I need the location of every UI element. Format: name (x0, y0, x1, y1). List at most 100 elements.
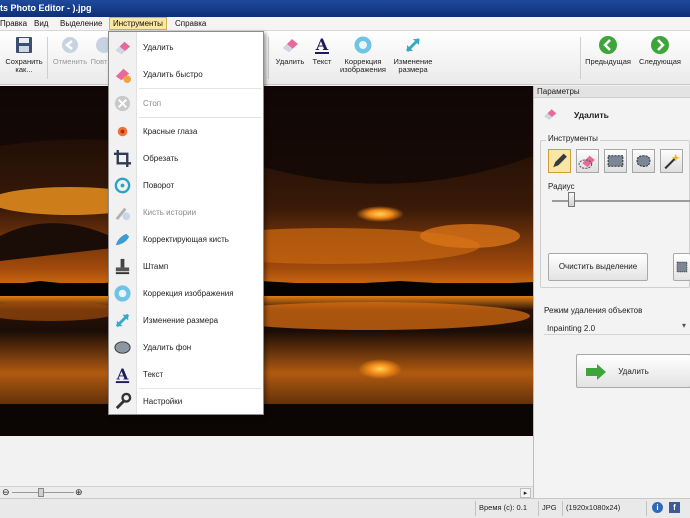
rect-select-tool-button[interactable] (604, 149, 627, 173)
undo-icon (62, 37, 78, 53)
dropdown-item-label: Поворот (143, 181, 175, 190)
menu-edit[interactable]: Правка (0, 19, 27, 28)
dropdown-item-label: Кисть истории (143, 208, 197, 217)
arrow-left-icon (599, 36, 617, 54)
image-correction-icon (114, 285, 131, 302)
removal-mode-select[interactable]: Inpainting 2.0 ▾ (544, 321, 690, 335)
eraser-icon (544, 109, 557, 120)
selection-extra-button[interactable] (673, 253, 690, 281)
menu-selection[interactable]: Выделение (60, 19, 102, 28)
sunset-photo (0, 86, 533, 436)
dropdown-item-remove[interactable]: Удалить (109, 34, 263, 60)
menu-view[interactable]: Вид (34, 19, 48, 28)
brush-tool-button[interactable] (548, 149, 571, 173)
stop-icon (114, 95, 131, 112)
redo-button[interactable]: Повт (90, 35, 108, 66)
dropdown-item-remove-fast[interactable]: Удалить быстро (109, 61, 263, 87)
rectangle-select-icon (607, 155, 624, 167)
eraser-icon (283, 39, 298, 52)
zoom-bar: ⊖ ⊕ ▸ (0, 486, 533, 498)
lasso-eraser-icon (578, 155, 595, 169)
processing-time: Время (с): 0.1 (479, 503, 527, 512)
remove-label: Удалить (275, 57, 305, 66)
dropdown-item-image-correction[interactable]: Коррекция изображения (109, 280, 263, 306)
tool-title: Удалить (574, 110, 609, 120)
dropdown-item-red-eye[interactable]: Красные глаза (109, 118, 263, 144)
image-canvas[interactable] (0, 86, 533, 436)
dropdown-item-resize[interactable]: Изменение размера (109, 307, 263, 333)
stamp-icon (115, 258, 130, 275)
save-as-button[interactable]: Сохранить как... (2, 35, 46, 74)
dropdown-item-remove-background[interactable]: Удалить фон (109, 334, 263, 360)
dropdown-item-stamp[interactable]: Штамп (109, 253, 263, 279)
tools-group-title: Инструменты (546, 134, 600, 143)
dropdown-item-settings[interactable]: Настройки (109, 388, 263, 414)
undo-label: Отменить (52, 57, 88, 66)
zoom-out-icon[interactable]: ⊖ (2, 487, 10, 498)
panel-header: Параметры (534, 86, 690, 98)
text-button[interactable]: A Текст (309, 35, 335, 66)
removal-mode-value: Inpainting 2.0 (547, 324, 596, 333)
redo-label: Повт (90, 57, 108, 66)
menu-help[interactable]: Справка (175, 19, 206, 28)
dropdown-item-label: Текст (143, 370, 164, 379)
dropdown-item-label: Изменение размера (143, 316, 219, 325)
tools-dropdown: Удалить Удалить быстро Стоп Красные глаз… (108, 31, 264, 415)
resize-button[interactable]: Изменение размера (390, 35, 436, 74)
remove-run-button[interactable]: Удалить (576, 354, 690, 388)
dropdown-item-rotate[interactable]: Поворот (109, 172, 263, 198)
floppy-disk-icon (16, 37, 32, 53)
menu-bar: Правка Вид Выделение Инструменты Справка (0, 17, 690, 31)
next-image-button[interactable]: Следующая (634, 35, 686, 66)
dropdown-item-text[interactable]: A Текст (109, 361, 263, 387)
undo-button[interactable]: Отменить (50, 35, 90, 66)
remove-button[interactable]: Удалить (272, 35, 308, 66)
text-icon: A (116, 365, 130, 383)
image-correction-button[interactable]: Коррекция изображения (337, 35, 389, 74)
dropdown-item-label: Удалить быстро (143, 70, 203, 79)
red-eye-icon (117, 126, 128, 137)
zoom-in-icon[interactable]: ⊕ (75, 487, 83, 498)
info-icon[interactable]: i (652, 502, 663, 513)
clear-selection-button[interactable]: Очистить выделение (548, 253, 648, 281)
dropdown-item-crop[interactable]: Обрезать (109, 145, 263, 171)
lasso-tool-button[interactable] (632, 149, 655, 173)
title-bar: ts Photo Editor - ).jpg (0, 0, 690, 17)
pencil-icon (553, 153, 567, 168)
zoom-slider-thumb[interactable] (38, 488, 44, 497)
radius-slider-thumb[interactable] (568, 192, 576, 207)
dropdown-item-label: Удалить (143, 43, 174, 52)
image-format: JPG (542, 503, 557, 512)
scroll-right-icon[interactable]: ▸ (520, 488, 531, 498)
previous-image-button[interactable]: Предыдущая (582, 35, 634, 66)
dropdown-item-label: Коррекция изображения (143, 289, 234, 298)
image-dimensions: (1920x1080x24) (566, 503, 621, 512)
facebook-icon[interactable]: f (669, 502, 680, 513)
remove-run-label: Удалить (618, 367, 649, 376)
history-brush-icon (115, 207, 131, 221)
svg-text:A: A (315, 35, 329, 54)
chevron-down-icon: ▾ (682, 321, 687, 330)
wrench-icon (115, 392, 132, 410)
dropdown-item-history-brush[interactable]: Кисть истории (109, 199, 263, 225)
lasso-eraser-tool-button[interactable] (576, 149, 599, 173)
magic-wand-tool-button[interactable] (660, 149, 683, 173)
remove-background-icon (114, 341, 131, 354)
arrow-right-icon (651, 36, 669, 54)
resize-icon (115, 313, 130, 328)
dropdown-item-stop[interactable]: Стоп (109, 90, 263, 116)
parameters-panel: Параметры Удалить Инструменты Радиус Очи… (533, 86, 690, 498)
menu-tools[interactable]: Инструменты (109, 17, 167, 30)
radius-label: Радиус (548, 182, 575, 191)
dropdown-item-correction-brush[interactable]: Корректирующая кисть (109, 226, 263, 252)
lasso-icon (636, 155, 651, 167)
text-icon: A (315, 35, 329, 54)
dropdown-item-label: Корректирующая кисть (143, 235, 229, 244)
eraser-clock-icon (115, 68, 132, 84)
save-as-label: Сохранить как... (5, 57, 43, 74)
window-title: ts Photo Editor - ).jpg (0, 3, 92, 13)
resize-icon (405, 37, 421, 53)
resize-label: Изменение размера (393, 57, 433, 74)
text-label: Текст (312, 57, 332, 66)
magic-wand-icon (664, 153, 680, 170)
